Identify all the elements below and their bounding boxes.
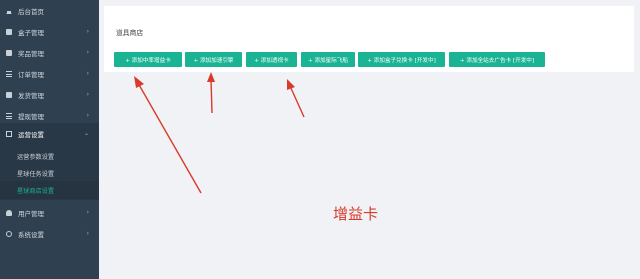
annotation-label: 增益卡 — [333, 205, 379, 223]
arrowhead — [287, 79, 295, 90]
annotation-arrows — [134, 72, 305, 194]
arrow-to-accelerator — [210, 78, 213, 114]
arrow-to-xray-card — [289, 85, 305, 118]
arrowhead — [207, 72, 215, 82]
arrow-to-bonus-card — [137, 82, 202, 194]
arrowhead — [134, 76, 144, 88]
